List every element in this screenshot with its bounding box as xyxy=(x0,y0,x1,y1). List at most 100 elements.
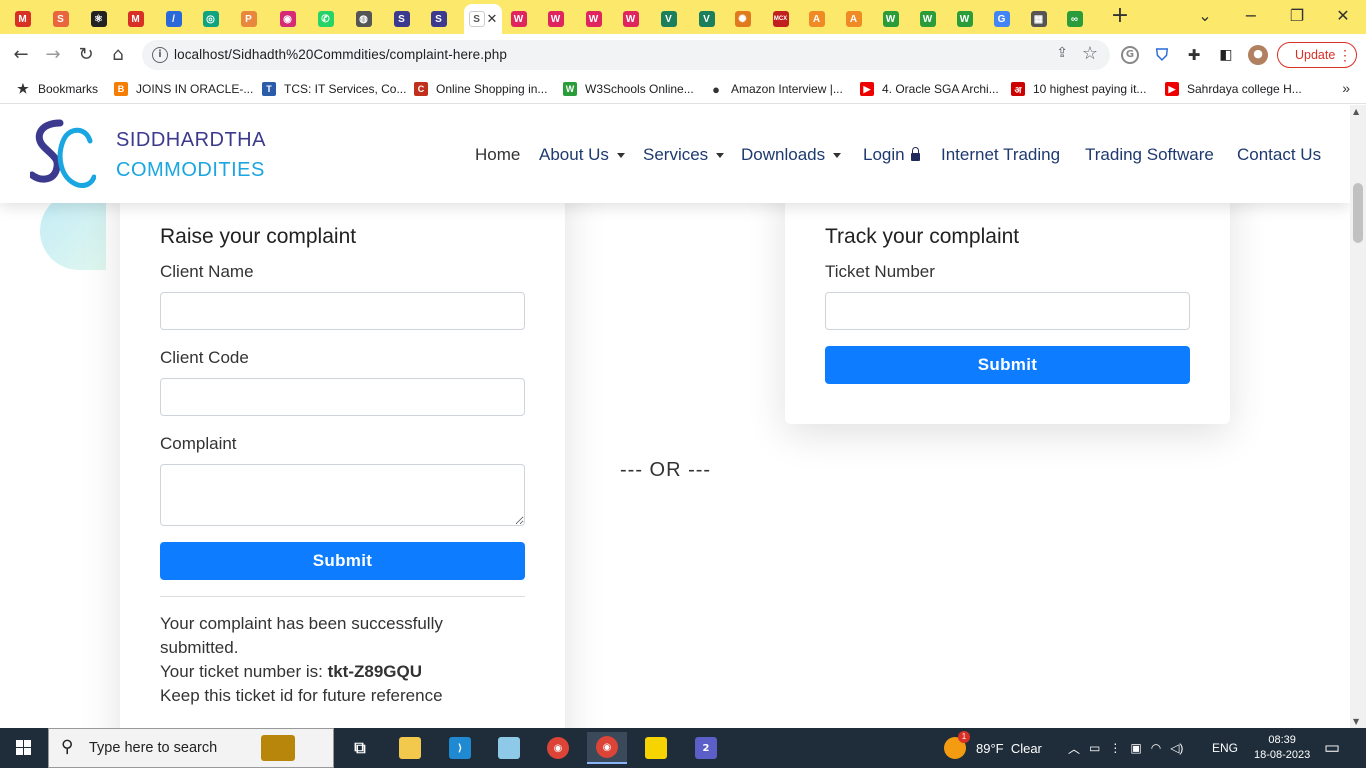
reload-icon[interactable]: ↻ xyxy=(73,42,99,68)
ticket-number-input[interactable] xyxy=(825,292,1190,330)
bookmark-item[interactable]: W W3Schools Online... xyxy=(563,82,694,96)
back-arrow-icon[interactable]: ← xyxy=(8,42,34,68)
bookmark-star-icon[interactable]: ☆ xyxy=(1082,43,1098,64)
brand-name-line2[interactable]: COMMODITIES xyxy=(116,159,265,182)
share-icon[interactable]: ⇪ xyxy=(1056,45,1068,61)
browser-tab[interactable]: W xyxy=(872,4,909,34)
browser-tab[interactable]: W xyxy=(612,4,649,34)
browser-tab[interactable]: S ✕ xyxy=(464,4,502,34)
bookmark-item[interactable]: अ 10 highest paying it... xyxy=(1011,82,1146,96)
taskbar-search-box[interactable]: ⚲ Type here to search xyxy=(48,728,334,768)
client-name-input[interactable] xyxy=(160,292,525,330)
bookmark-item[interactable]: ★ Bookmarks xyxy=(16,81,98,96)
scroll-up-arrow-icon[interactable]: ▲ xyxy=(1353,107,1359,116)
teams-button[interactable]: 2 xyxy=(686,732,726,764)
windows-start-button[interactable] xyxy=(0,728,48,768)
restore-button[interactable]: ❐ xyxy=(1274,3,1320,29)
vscode-button[interactable]: ⟩ xyxy=(440,732,480,764)
complaint-textarea[interactable] xyxy=(160,464,525,526)
browser-tab[interactable]: P xyxy=(230,4,267,34)
wifi-icon[interactable]: ◠ xyxy=(1151,741,1161,755)
weather-widget[interactable]: 1 89°F Clear xyxy=(944,728,1042,768)
browser-tab[interactable]: W xyxy=(537,4,574,34)
display-icon[interactable]: ▣ xyxy=(1130,741,1141,755)
bookmark-item[interactable]: T TCS: IT Services, Co... xyxy=(262,82,406,96)
address-bar[interactable]: i localhost/Sidhadth%20Commdities/compla… xyxy=(142,40,1110,70)
language-indicator[interactable]: ENG xyxy=(1212,728,1238,768)
forward-arrow-icon[interactable]: → xyxy=(40,42,66,68)
battery-icon[interactable]: ▭ xyxy=(1089,741,1100,755)
browser-tab[interactable]: S xyxy=(42,4,79,34)
extensions-puzzle-icon[interactable]: ✚ xyxy=(1185,46,1203,64)
profile-avatar[interactable]: ● xyxy=(1248,45,1268,65)
bookmark-item[interactable]: C Online Shopping in... xyxy=(414,82,547,96)
bookmark-item[interactable]: ▶ 4. Oracle SGA Archi... xyxy=(860,82,999,96)
browser-tab[interactable]: MCX xyxy=(762,4,799,34)
home-icon[interactable]: ⌂ xyxy=(105,42,131,68)
browser-tab[interactable]: S xyxy=(420,4,457,34)
grammarly-extension-icon[interactable]: G xyxy=(1121,46,1139,64)
scroll-down-arrow-icon[interactable]: ▼ xyxy=(1353,717,1359,726)
browser-tab[interactable]: W xyxy=(946,4,983,34)
task-view-button[interactable]: ⧉ xyxy=(340,732,380,764)
clock[interactable]: 08:39 18-08-2023 xyxy=(1254,728,1310,768)
site-info-icon[interactable]: i xyxy=(152,47,168,63)
browser-tab[interactable]: M xyxy=(4,4,41,34)
browser-tab[interactable]: ∞ xyxy=(1056,4,1093,34)
browser-tab[interactable]: ◍ xyxy=(345,4,382,34)
brand-name-line1[interactable]: SIDDHARDTHA xyxy=(116,129,266,152)
tray-chevron-icon[interactable]: ︿ xyxy=(1068,740,1080,757)
browser-tab[interactable]: M xyxy=(117,4,154,34)
new-tab-button[interactable]: + xyxy=(1108,4,1132,30)
bookmark-item[interactable]: B JOINS IN ORACLE-... xyxy=(114,82,253,96)
menu-dots-icon[interactable]: ⋮ xyxy=(1338,43,1352,67)
browser-tab[interactable]: ✺ xyxy=(724,4,761,34)
url-text[interactable]: localhost/Sidhadth%20Commdities/complain… xyxy=(174,47,507,62)
browser-tab[interactable]: V xyxy=(650,4,687,34)
client-code-input[interactable] xyxy=(160,378,525,416)
browser-tab[interactable]: S xyxy=(383,4,420,34)
nav-item-services[interactable]: Services xyxy=(643,145,725,165)
bookmark-item[interactable]: ▶ Sahrdaya college H... xyxy=(1165,82,1302,96)
close-tab-icon[interactable]: ✕ xyxy=(487,12,498,27)
browser-tab[interactable]: ◉ xyxy=(269,4,306,34)
siddhardtha-logo-icon[interactable] xyxy=(30,119,96,189)
nav-item-downloads[interactable]: Downloads xyxy=(741,145,842,165)
page-scrollbar[interactable]: ▲ ▼ xyxy=(1350,105,1366,728)
shield-extension-icon[interactable]: ⛉ xyxy=(1153,46,1171,64)
browser-tab[interactable]: ◎ xyxy=(192,4,229,34)
usb-icon[interactable]: ⋮ xyxy=(1109,741,1121,755)
system-tray[interactable]: ︿ ▭ ⋮ ▣ ◠ ◁) xyxy=(1068,728,1183,768)
bookmark-item[interactable]: ● Amazon Interview |... xyxy=(709,82,843,97)
browser-tab[interactable]: V xyxy=(688,4,725,34)
browser-tab[interactable]: ▦ xyxy=(1020,4,1057,34)
nav-item-about-us[interactable]: About Us xyxy=(539,145,625,165)
raise-submit-button[interactable]: Submit xyxy=(160,542,525,580)
chrome-active-button[interactable]: ◉ xyxy=(587,732,627,764)
chrome-button[interactable]: ◉ xyxy=(538,732,578,764)
sticky-notes-button[interactable] xyxy=(636,732,676,764)
browser-tab[interactable]: W xyxy=(575,4,612,34)
browser-tab[interactable]: W xyxy=(909,4,946,34)
nav-item-login[interactable]: Login xyxy=(863,145,920,165)
browser-tab[interactable]: A xyxy=(835,4,872,34)
browser-tab[interactable]: A xyxy=(798,4,835,34)
tab-search-chevron-icon[interactable]: ⌄ xyxy=(1182,3,1228,29)
update-button[interactable]: Update ⋮ xyxy=(1277,42,1357,68)
browser-tab[interactable]: W xyxy=(500,4,537,34)
side-panel-icon[interactable]: ◧ xyxy=(1217,46,1235,64)
minimize-button[interactable]: − xyxy=(1228,3,1274,29)
notepad-button[interactable] xyxy=(489,732,529,764)
scrollbar-thumb[interactable] xyxy=(1353,183,1363,243)
nav-item-internet-trading[interactable]: Internet Trading xyxy=(941,145,1060,165)
volume-icon[interactable]: ◁) xyxy=(1170,741,1183,755)
browser-tab[interactable]: / xyxy=(155,4,192,34)
track-submit-button[interactable]: Submit xyxy=(825,346,1190,384)
browser-tab[interactable]: ✆ xyxy=(307,4,344,34)
nav-item-trading-software[interactable]: Trading Software xyxy=(1085,145,1214,165)
file-explorer-button[interactable] xyxy=(390,732,430,764)
more-bookmarks-chevron-icon[interactable]: » xyxy=(1342,80,1350,96)
nav-item-home[interactable]: Home xyxy=(475,145,520,165)
nav-item-contact-us[interactable]: Contact Us xyxy=(1237,145,1321,165)
notifications-icon[interactable]: ▭ xyxy=(1324,728,1340,768)
